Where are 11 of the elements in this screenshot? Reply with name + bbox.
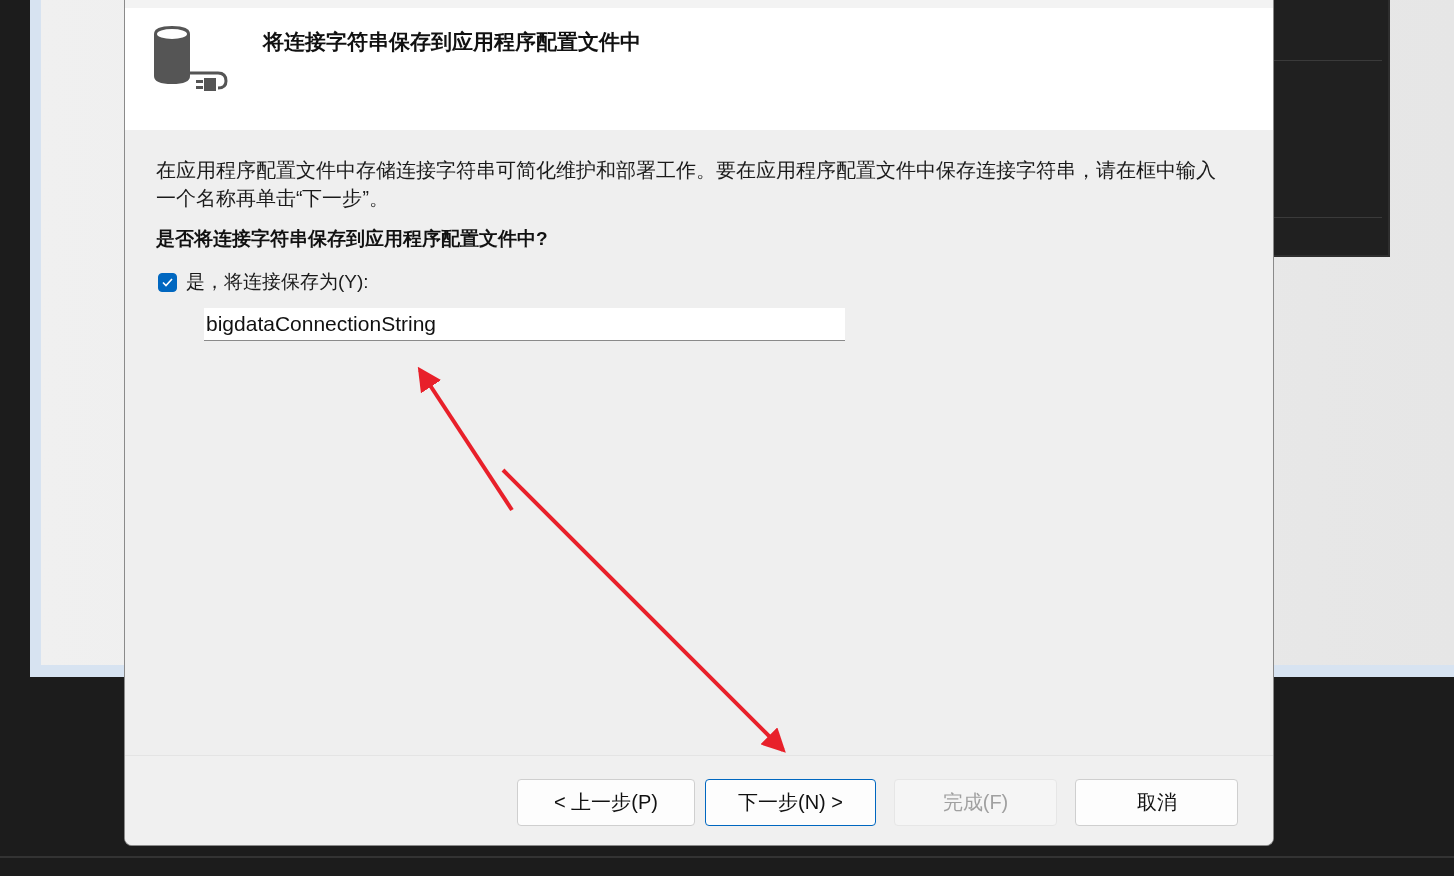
save-checkbox[interactable] [158,272,177,292]
description-text: 在应用程序配置文件中存储连接字符串可简化维护和部署工作。要在应用程序配置文件中保存连接字符串，请在框中输入一个名称再单击“下一步”。 [156,158,1217,211]
check-icon [162,277,173,287]
wizard-button[interactable]: 下一步(N) > [705,779,876,826]
save-checkbox-label: 是，将连接保存为(Y): [186,270,369,294]
wizard-button[interactable]: 取消 [1075,779,1238,826]
question-text: 是否将连接字符串保存到应用程序配置文件中? [156,227,549,251]
database-plug-icon [152,26,230,92]
connection-name-field[interactable]: bigdataConnectionString [204,308,845,341]
wizard-button[interactable]: < 上一步(P) [517,779,695,826]
dialog-title: 将连接字符串保存到应用程序配置文件中 [263,29,641,55]
